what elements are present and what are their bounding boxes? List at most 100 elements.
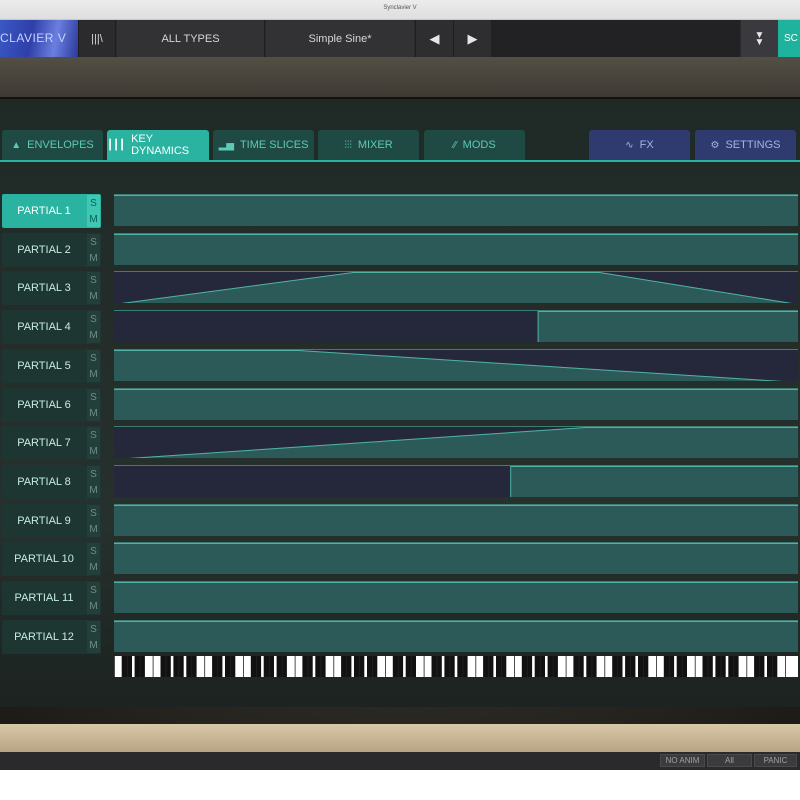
partial-button-6[interactable]: PARTIAL 6 SM <box>2 388 101 422</box>
key-dynamics-lane-1[interactable] <box>114 194 798 226</box>
key-separator <box>294 656 296 677</box>
key-dynamics-lane-11[interactable] <box>114 581 798 613</box>
partial-button-12[interactable]: PARTIAL 12 S M <box>2 620 101 654</box>
expand-menu-button[interactable]: ▼ ▼ <box>741 20 778 57</box>
key-separator <box>785 656 786 677</box>
solo-button[interactable]: S <box>87 543 100 559</box>
partial-button-8[interactable]: PARTIAL 8 SM <box>2 465 101 499</box>
solo-button[interactable]: S <box>87 311 100 327</box>
key-separator <box>385 656 386 677</box>
solo-button[interactable]: S <box>87 427 100 443</box>
solo-button[interactable]: S <box>87 582 100 598</box>
mute-button[interactable]: M <box>87 288 100 304</box>
key-separator <box>359 656 360 677</box>
no-anim-button[interactable]: NO ANIM <box>660 754 705 767</box>
solo-button[interactable]: S <box>87 272 100 288</box>
key-dynamics-lane-12[interactable] <box>114 620 798 652</box>
key-dynamics-lane-8[interactable] <box>114 465 798 497</box>
dynamics-curve <box>114 234 798 265</box>
mute-button[interactable]: M <box>87 366 100 382</box>
black-key <box>547 656 558 677</box>
solo-button[interactable]: S <box>87 350 100 366</box>
all-selector[interactable]: All <box>707 754 752 767</box>
key-separator <box>617 656 619 677</box>
key-separator <box>423 656 425 677</box>
partial-label: PARTIAL 2 <box>17 244 71 256</box>
partial-button-9[interactable]: PARTIAL 9 SM <box>2 504 101 538</box>
key-separator <box>772 656 773 677</box>
mute-button[interactable]: M <box>87 211 100 227</box>
previous-preset-button[interactable]: ◀ <box>415 20 453 57</box>
faders-icon: ⫶⫶⫶ <box>344 139 352 151</box>
library-button[interactable]: |||\ <box>78 20 116 57</box>
partial-label: PARTIAL 6 <box>17 399 71 411</box>
panic-button[interactable]: PANIC <box>754 754 797 767</box>
partial-button-10[interactable]: PARTIAL 10 S M <box>2 542 101 576</box>
key-separator <box>514 656 515 677</box>
types-selector[interactable]: ALL TYPES <box>117 20 265 57</box>
types-label: ALL TYPES <box>161 32 220 45</box>
tab-mixer[interactable]: ⫶⫶⫶ MIXER <box>318 130 419 160</box>
dynamics-curve <box>510 466 798 497</box>
key-separator <box>759 656 761 677</box>
solo-button[interactable]: S <box>87 466 100 482</box>
tab-key-dynamics[interactable]: ┃┃┃ KEY DYNAMICS <box>107 130 209 160</box>
partial-button-7[interactable]: PARTIAL 7 SM <box>2 426 101 460</box>
solo-button[interactable]: S <box>87 389 100 405</box>
partial-button-3[interactable]: PARTIAL 3 SM <box>2 271 101 305</box>
keyboard-strip[interactable] <box>114 656 798 677</box>
mute-button[interactable]: M <box>87 482 100 498</box>
preset-name-display[interactable]: Simple Sine* <box>266 20 414 57</box>
mute-button[interactable]: M <box>87 521 100 537</box>
key-dynamics-lane-9[interactable] <box>114 504 798 536</box>
top-toolbar: CLAVIER V |||\ ALL TYPES Simple Sine* ◀ … <box>0 20 800 57</box>
mute-button[interactable]: M <box>87 598 100 614</box>
preset-name: Simple Sine* <box>308 32 372 45</box>
key-dynamics-lane-2[interactable] <box>114 233 798 265</box>
key-separator <box>643 656 644 677</box>
tab-envelopes[interactable]: ▲ ENVELOPES <box>2 130 103 160</box>
key-separator <box>256 656 257 677</box>
dynamics-curve <box>121 272 792 303</box>
solo-button[interactable]: S <box>87 234 100 250</box>
solo-button[interactable]: S <box>87 195 100 211</box>
sc-button[interactable]: SC <box>778 20 800 57</box>
next-preset-button[interactable]: ▶ <box>453 20 491 57</box>
tab-mods[interactable]: ⁄⁄ MODS <box>424 130 525 160</box>
tab-settings[interactable]: ⚙ SETTINGS <box>695 130 796 160</box>
mute-button[interactable]: M <box>87 443 100 459</box>
mute-button[interactable]: M <box>87 327 100 343</box>
mute-button[interactable]: M <box>87 637 100 653</box>
partial-button-1[interactable]: PARTIAL 1 SM <box>2 194 101 228</box>
key-dynamics-lane-3[interactable] <box>114 271 798 303</box>
solo-button[interactable]: S <box>87 505 100 521</box>
key-separator <box>333 656 335 677</box>
mute-button[interactable]: M <box>87 250 100 266</box>
key-dynamics-lane-10[interactable] <box>114 542 798 574</box>
key-separator <box>449 656 451 677</box>
dynamics-fill <box>510 466 798 497</box>
key-dynamics-lane-6[interactable] <box>114 388 798 420</box>
tab-fx[interactable]: ∿ FX <box>589 130 690 160</box>
prev-arrow-icon: ◀ <box>429 30 440 46</box>
key-separator <box>126 656 128 677</box>
partial-button-4[interactable]: PARTIAL 4 SM <box>2 310 101 344</box>
solo-button[interactable]: S <box>87 621 100 637</box>
partial-button-11[interactable]: PARTIAL 11 S M <box>2 581 101 615</box>
mute-button[interactable]: M <box>87 405 100 421</box>
partial-button-5[interactable]: PARTIAL 5 SM <box>2 349 101 383</box>
tab-label: MODS <box>462 139 496 151</box>
key-dynamics-lane-5[interactable] <box>114 349 798 381</box>
key-separator <box>462 656 464 677</box>
key-dynamics-lane-7[interactable] <box>114 426 798 458</box>
dynamics-curve <box>537 311 798 342</box>
tab-time-slices[interactable]: ▂▅ TIME SLICES <box>213 130 314 160</box>
synclavier-logo[interactable]: CLAVIER V <box>0 20 78 57</box>
black-key <box>754 656 765 677</box>
partial-button-2[interactable]: PARTIAL 2 SM <box>2 233 101 267</box>
key-separator <box>694 656 696 677</box>
partial-label: PARTIAL 9 <box>17 515 71 527</box>
key-dynamics-lane-4[interactable] <box>114 310 798 342</box>
mute-button[interactable]: M <box>87 559 100 575</box>
dynamics-curve <box>114 195 798 226</box>
